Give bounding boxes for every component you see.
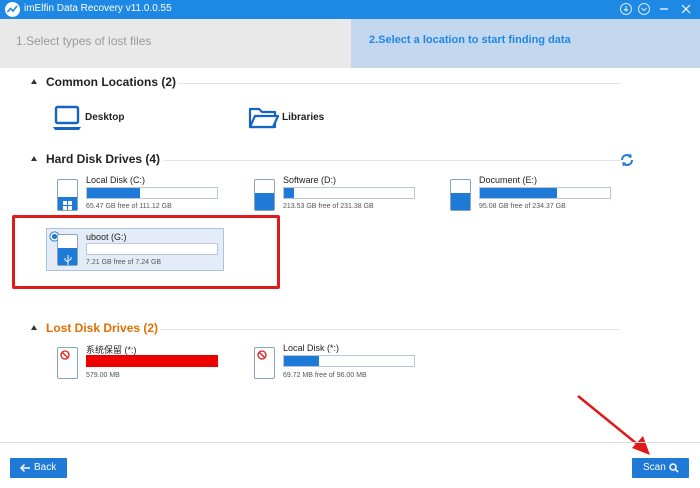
- collapse-lost-disks-icon[interactable]: [31, 325, 37, 330]
- drive-usage-bar: [283, 355, 415, 367]
- drive-icon: [254, 347, 275, 379]
- drive-free-space: 579.00 MB: [86, 372, 120, 379]
- error-icon: [257, 350, 267, 360]
- title-bar: imElfin Data Recovery v11.0.0.55: [0, 0, 700, 19]
- menu-icon[interactable]: [637, 2, 651, 16]
- drive-free-space: 213.53 GB free of 231.38 GB: [283, 203, 374, 210]
- location-label: Libraries: [282, 112, 325, 123]
- footer-divider: [0, 442, 700, 443]
- scan-label: Scan: [643, 462, 666, 473]
- annotation-arrow: [577, 394, 650, 455]
- common-locations-title: Common Locations (2): [46, 75, 177, 89]
- drive-usage-bar: [86, 355, 218, 367]
- drive-free-space: 65.47 GB free of 111.12 GB: [86, 203, 172, 210]
- drive-name: Software (D:): [283, 175, 337, 185]
- lost-disk-drives-title: Lost Disk Drives (2): [46, 321, 159, 335]
- highlight-box: [12, 215, 280, 289]
- step-1-label[interactable]: 1.Select types of lost files: [16, 34, 151, 48]
- search-icon: [669, 463, 679, 473]
- drive-usage-bar: [86, 187, 218, 199]
- drive-free-space: 95.08 GB free of 234.37 GB: [479, 203, 566, 210]
- back-label: Back: [34, 462, 57, 473]
- back-button[interactable]: Back: [10, 458, 67, 478]
- step-2-tab[interactable]: 2.Select a location to start finding dat…: [351, 19, 700, 68]
- drive-name: Document (E:): [479, 175, 538, 185]
- folder-icon: [248, 107, 279, 129]
- refresh-icon[interactable]: [619, 152, 635, 168]
- location-label: Desktop: [85, 112, 125, 123]
- steps-bar: 1.Select types of lost files 2.Select a …: [0, 19, 700, 68]
- windows-icon: [63, 201, 72, 210]
- drive-icon: [450, 179, 471, 211]
- collapse-hard-disks-icon[interactable]: [31, 156, 37, 161]
- window-title: imElfin Data Recovery v11.0.0.55: [24, 3, 172, 14]
- drive-usage-bar: [479, 187, 611, 199]
- drive-icon: [254, 179, 275, 211]
- arrow-left-icon: [19, 463, 30, 473]
- download-icon[interactable]: [619, 2, 633, 16]
- hard-disk-drives-title: Hard Disk Drives (4): [46, 152, 161, 166]
- drive-free-space: 69.72 MB free of 96.00 MB: [283, 372, 367, 379]
- step-2-label: 2.Select a location to start finding dat…: [369, 34, 571, 46]
- drive-icon: [57, 347, 78, 379]
- laptop-icon: [53, 105, 81, 130]
- close-icon[interactable]: [679, 2, 693, 16]
- section-divider: [164, 160, 620, 161]
- section-divider: [160, 329, 620, 330]
- drive-icon: [57, 179, 78, 211]
- scan-button[interactable]: Scan: [632, 458, 689, 478]
- drive-name: Local Disk (*:): [283, 343, 340, 353]
- section-divider: [178, 83, 620, 84]
- minimize-icon[interactable]: [657, 2, 671, 16]
- drive-usage-bar: [283, 187, 415, 199]
- app-logo-icon: [5, 2, 20, 17]
- drive-name: Local Disk (C:): [86, 175, 146, 185]
- collapse-common-icon[interactable]: [31, 79, 37, 84]
- error-icon: [60, 350, 70, 360]
